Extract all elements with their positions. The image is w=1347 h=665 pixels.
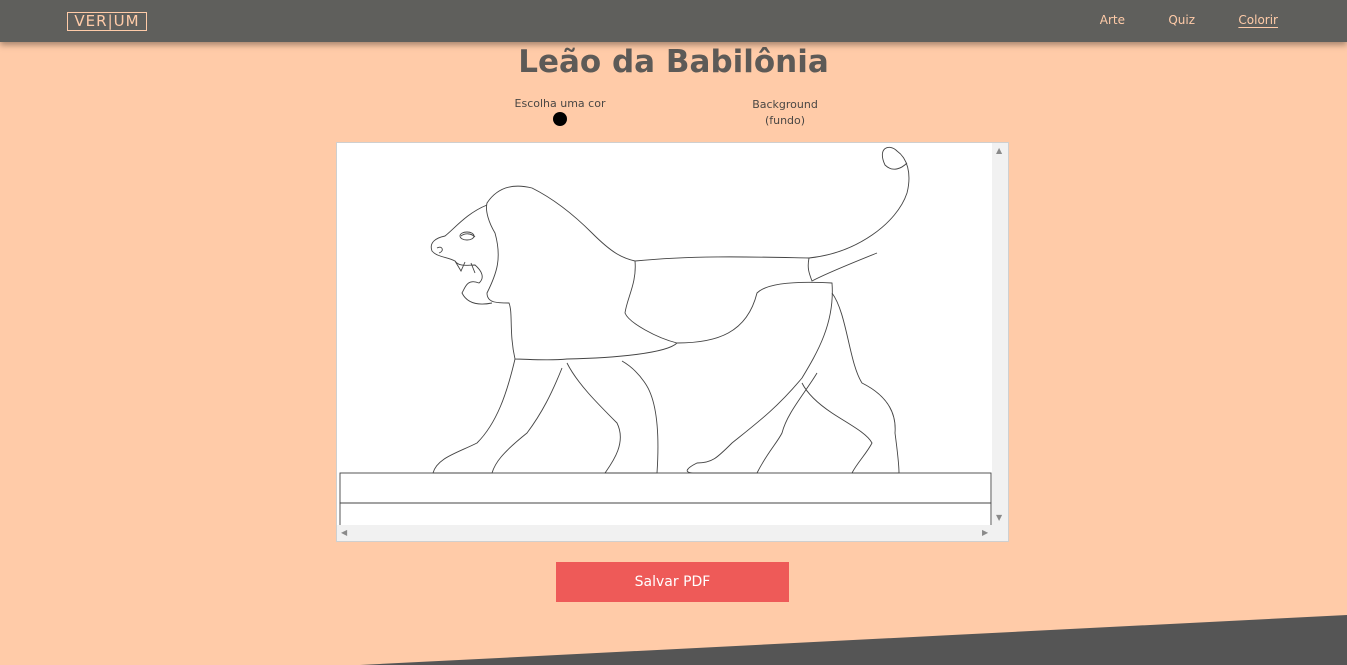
site-logo[interactable]: VER|UM bbox=[67, 12, 147, 31]
footer-band bbox=[360, 615, 1347, 665]
nav-link-colorir[interactable]: Colorir bbox=[1238, 13, 1278, 27]
nav-link-quiz[interactable]: Quiz bbox=[1168, 13, 1195, 27]
nav-link-arte[interactable]: Arte bbox=[1100, 13, 1125, 27]
top-navigation-bar: VER|UM Arte Quiz Colorir bbox=[0, 0, 1347, 42]
